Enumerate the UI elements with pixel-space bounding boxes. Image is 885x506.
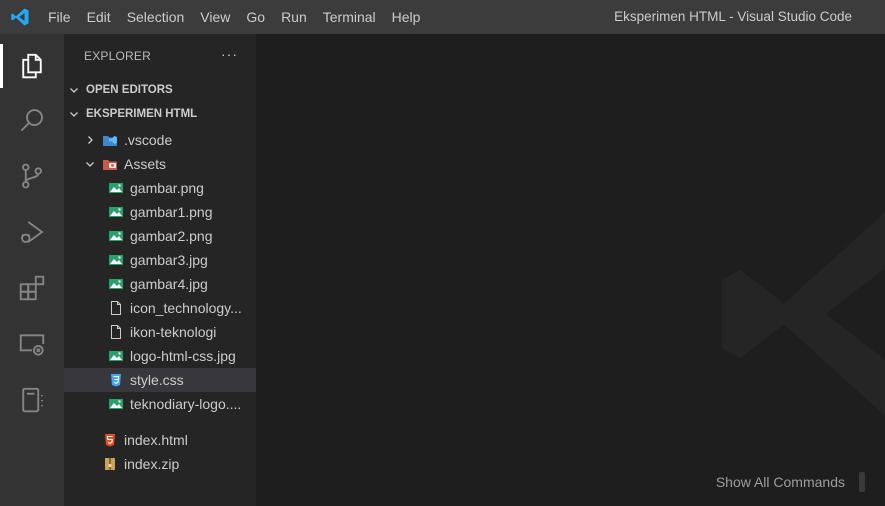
- tree-item-label: gambar4.jpg: [130, 276, 208, 292]
- menu-view[interactable]: View: [192, 0, 238, 34]
- tree-item-label: logo-html-css.jpg: [130, 348, 236, 364]
- tree-item-index-zip[interactable]: index.zip: [64, 452, 256, 476]
- keybinding-badge: [859, 472, 865, 492]
- vscode-logo-icon[interactable]: [0, 0, 40, 34]
- assets-folder-icon: [102, 156, 118, 172]
- menu-terminal[interactable]: Terminal: [315, 0, 384, 34]
- tree-item-label: index.html: [124, 432, 188, 448]
- explorer-sidebar: EXPLORER ··· OPEN EDITORS EKSPERIMEN HTM…: [64, 34, 256, 506]
- title-bar: File Edit Selection View Go Run Terminal…: [0, 0, 885, 34]
- tree-item-label: .vscode: [124, 132, 173, 148]
- notebook-icon[interactable]: [0, 372, 64, 428]
- zip-file-icon: [102, 456, 118, 472]
- tree-item-style-css[interactable]: style.css: [64, 368, 256, 392]
- tree-item-label: gambar1.png: [130, 204, 213, 220]
- chevron-down-icon: [66, 106, 82, 122]
- menu-run[interactable]: Run: [273, 0, 315, 34]
- tree-item-label: icon_technology...: [130, 300, 242, 316]
- menu-selection[interactable]: Selection: [119, 0, 193, 34]
- tree-item-label: gambar.png: [130, 180, 204, 196]
- image-file-icon: [108, 180, 124, 196]
- tree-item-icon-technology[interactable]: icon_technology...: [64, 296, 256, 320]
- folder-section[interactable]: EKSPERIMEN HTML: [64, 102, 256, 126]
- tree-item-assets[interactable]: Assets: [64, 152, 256, 176]
- editor-area: Show All Commands: [256, 34, 885, 506]
- tree-item-gambar4-jpg[interactable]: gambar4.jpg: [64, 272, 256, 296]
- generic-file-icon: [108, 300, 124, 316]
- extensions-icon[interactable]: [0, 260, 64, 316]
- tree-item-label: style.css: [130, 372, 184, 388]
- generic-file-icon: [108, 324, 124, 340]
- tree-item-gambar1-png[interactable]: gambar1.png: [64, 200, 256, 224]
- menu-edit[interactable]: Edit: [79, 0, 119, 34]
- html-file-icon: [102, 432, 118, 448]
- image-file-icon: [108, 252, 124, 268]
- menu-go[interactable]: Go: [238, 0, 273, 34]
- chevron-down-icon: [66, 82, 82, 98]
- source-control-icon[interactable]: [0, 148, 64, 204]
- remote-explorer-icon[interactable]: [0, 316, 64, 372]
- open-editors-label: OPEN EDITORS: [86, 84, 173, 96]
- tree-item-index-html[interactable]: index.html: [64, 428, 256, 452]
- more-actions-icon[interactable]: ···: [221, 46, 238, 62]
- tree-item-gambar3-jpg[interactable]: gambar3.jpg: [64, 248, 256, 272]
- tree-item-vscode[interactable]: .vscode: [64, 128, 256, 152]
- chevron-down-icon: [82, 156, 98, 172]
- vscode-watermark-icon: [721, 212, 885, 416]
- css-file-icon: [108, 372, 124, 388]
- explorer-icon[interactable]: [0, 38, 64, 94]
- image-file-icon: [108, 348, 124, 364]
- tree-item-ikon-teknologi[interactable]: ikon-teknologi: [64, 320, 256, 344]
- run-debug-icon[interactable]: [0, 204, 64, 260]
- menu-bar: File Edit Selection View Go Run Terminal…: [40, 0, 428, 34]
- window-title: Eksperimen HTML - Visual Studio Code: [614, 9, 852, 24]
- explorer-header: EXPLORER ···: [64, 34, 256, 78]
- image-file-icon: [108, 228, 124, 244]
- show-all-commands-hint: Show All Commands: [716, 472, 865, 492]
- tree-item-label: ikon-teknologi: [130, 324, 217, 340]
- search-icon[interactable]: [0, 92, 64, 148]
- tree-item-gambar2-png[interactable]: gambar2.png: [64, 224, 256, 248]
- tree-item-label: gambar2.png: [130, 228, 213, 244]
- activity-bar: [0, 34, 64, 506]
- tree-item-label: index.zip: [124, 456, 180, 472]
- hint-label: Show All Commands: [715, 474, 845, 490]
- tree-item-logo-html-css[interactable]: logo-html-css.jpg: [64, 344, 256, 368]
- tree-item-label: teknodiary-logo....: [130, 396, 242, 412]
- explorer-title: EXPLORER: [84, 49, 151, 63]
- menu-help[interactable]: Help: [384, 0, 429, 34]
- tree-item-label: gambar3.jpg: [130, 252, 208, 268]
- menu-file[interactable]: File: [40, 0, 79, 34]
- image-file-icon: [108, 396, 124, 412]
- folder-name: EKSPERIMEN HTML: [86, 108, 198, 120]
- image-file-icon: [108, 276, 124, 292]
- open-editors-section[interactable]: OPEN EDITORS: [64, 78, 256, 102]
- vscode-folder-icon: [102, 132, 118, 148]
- tree-item-label: Assets: [124, 156, 167, 172]
- image-file-icon: [108, 204, 124, 220]
- chevron-right-icon: [82, 132, 98, 148]
- tree-item-gambar-png[interactable]: gambar.png: [64, 176, 256, 200]
- tree-item-teknodiary-logo[interactable]: teknodiary-logo....: [64, 392, 256, 416]
